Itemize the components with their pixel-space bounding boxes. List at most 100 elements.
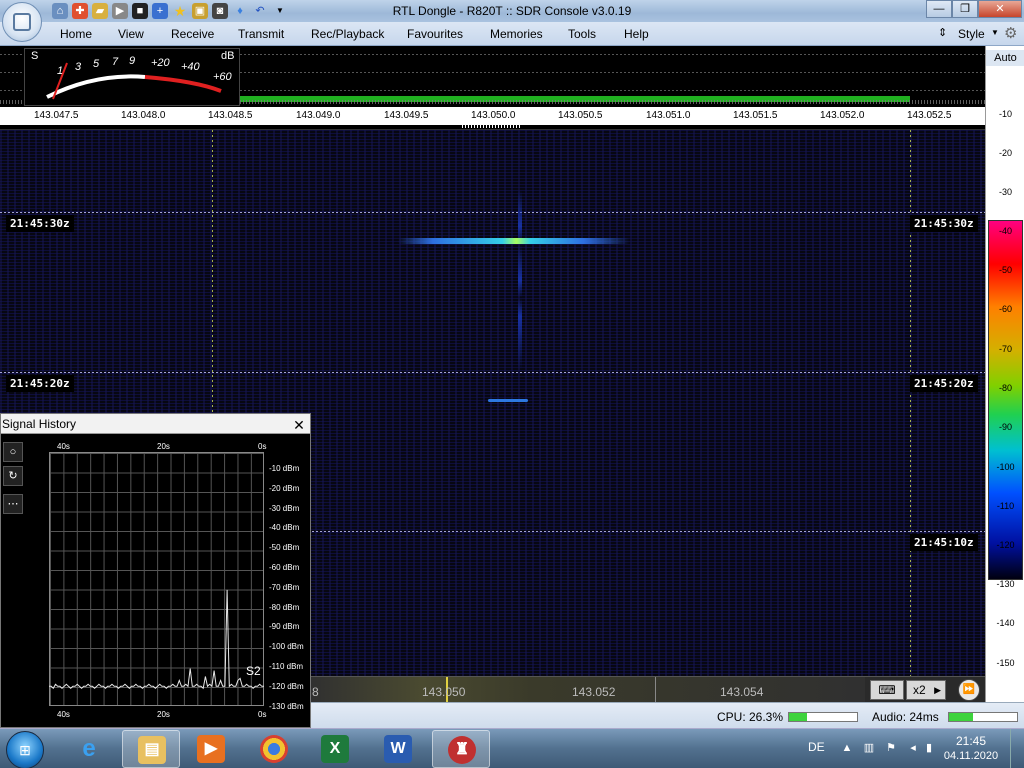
history-y-label: -80 dBm (269, 602, 300, 612)
history-y-label: -50 dBm (269, 543, 300, 553)
waterfall-time-line (0, 372, 985, 373)
history-x-label: 0s (258, 442, 267, 451)
title-bar: ⌂ ✚ ▰ ▶ ■ + ★ ▣ ◙ ♦ ↶ ▼ RTL Dongle - R82… (0, 0, 1024, 22)
history-y-label: -60 dBm (269, 563, 300, 572)
bottom-freq-label: 143.052 (572, 685, 616, 699)
tab-home[interactable]: Home (60, 27, 92, 41)
bottom-freq-label: 8 (312, 685, 319, 699)
freq-tick-label: 143.051.5 (733, 110, 778, 121)
db-scale[interactable]: Auto -10 -20 -30 -40 -50 -60 -70 -80 -90… (985, 46, 1024, 702)
style-dropdown-icon[interactable]: ▼ (991, 28, 999, 37)
auto-scale-button[interactable]: Auto (986, 50, 1024, 66)
reset-button[interactable]: ↻ (3, 466, 23, 486)
s-meter-unit-s: S (31, 50, 39, 62)
application-menu-button[interactable] (2, 2, 42, 42)
taskbar-internet-explorer[interactable]: e (60, 730, 118, 768)
db-scale-label: -140 (996, 618, 1015, 628)
taskbar-chrome[interactable] (245, 730, 303, 768)
keyboard-button[interactable]: ⌨ (870, 680, 904, 700)
taskbar-excel[interactable]: X (306, 730, 364, 768)
history-y-label: -90 dBm (269, 622, 300, 632)
gear-icon[interactable]: ⚙ (1004, 24, 1017, 42)
taskbar-word[interactable]: W (369, 730, 427, 768)
s-meter-unit-db: dB (221, 50, 235, 62)
bottom-freq-label: 143.054 (720, 685, 764, 699)
network-warning-icon[interactable]: ⚑ (884, 741, 898, 755)
tab-view[interactable]: View (118, 27, 144, 41)
history-y-label: -130 dBm (269, 701, 304, 711)
cpu-usage-fill (789, 713, 807, 721)
tuning-center-marker[interactable] (462, 125, 522, 128)
device-icon[interactable]: ▥ (862, 741, 876, 755)
signal-history-panel[interactable]: Signal History ✕ ○ ↻ ⋯ 40s 20s 0s S2 40s… (0, 413, 311, 728)
db-scale-label: -100 (996, 462, 1015, 472)
zoom-label: x2 (913, 683, 926, 697)
show-desktop-button[interactable] (1010, 729, 1024, 768)
bottom-frequency-scroller[interactable]: 8 143.050 143.052 143.054 (310, 677, 865, 703)
tab-tools[interactable]: Tools (568, 27, 596, 41)
freq-tick-label: 143.051.0 (646, 110, 691, 121)
input-language[interactable]: DE (808, 740, 825, 754)
db-scale-label: -50 (998, 265, 1012, 275)
internet-explorer-icon: e (82, 735, 96, 762)
spectrum-display[interactable]: S dB 1 3 5 7 9 +20 +40 +60 143.047.5 143… (0, 46, 985, 130)
sdr-console-window: ⌂ ✚ ▰ ▶ ■ + ★ ▣ ◙ ♦ ↶ ▼ RTL Dongle - R82… (0, 0, 1024, 768)
s-meter-tick: 9 (129, 55, 136, 67)
show-hidden-icons-icon[interactable]: ▲ (840, 741, 854, 755)
bottom-frequency-bar: 8 143.050 143.052 143.054 ⌨ x2 ▶ ⏩ (310, 676, 985, 703)
db-scale-label: -40 (998, 226, 1012, 236)
freq-tick-label: 143.050.5 (558, 110, 603, 121)
cpu-usage-label: CPU: 26.3% (717, 710, 784, 724)
record-toggle-button[interactable]: ○ (3, 442, 23, 462)
taskbar-sdr-console[interactable]: ♜ (432, 730, 490, 768)
start-button[interactable]: ⊞ (6, 731, 44, 768)
sdr-console-icon: ♜ (448, 736, 476, 764)
minimize-button[interactable]: — (926, 0, 952, 18)
clock-date[interactable]: 04.11.2020 (940, 750, 1002, 762)
style-menu[interactable]: Style (958, 27, 985, 41)
db-scale-label: -130 (996, 579, 1015, 589)
tab-receive[interactable]: Receive (171, 27, 214, 41)
audio-latency-label: Audio: 24ms (872, 710, 939, 724)
signal-history-titlebar[interactable]: Signal History ✕ (1, 414, 310, 434)
history-x-label: 40s (57, 442, 70, 451)
taskbar-media-player[interactable]: ▶ (182, 730, 240, 768)
db-scale-label: -60 (998, 304, 1012, 314)
freq-tick-label: 143.049.0 (296, 110, 341, 121)
waterfall-timestamp-right: 21:45:30z (910, 215, 978, 232)
history-y-label: -40 dBm (269, 523, 300, 533)
freq-tick-label: 143.052.0 (820, 110, 865, 121)
signal-history-trace-svg (49, 589, 264, 690)
tab-memories[interactable]: Memories (490, 27, 543, 41)
more-options-button[interactable]: ⋯ (3, 494, 23, 514)
taskbar-explorer[interactable]: ▤ (122, 730, 180, 768)
db-scale-label: -80 (998, 383, 1012, 393)
collapse-ribbon-icon[interactable]: ⇕ (938, 26, 947, 39)
s-meter: S dB 1 3 5 7 9 +20 +40 +60 (24, 48, 240, 106)
close-button[interactable]: ✕ (978, 0, 1022, 18)
fast-forward-button[interactable]: ⏩ (958, 679, 980, 701)
window-controls: — ❐ ✕ (926, 0, 1022, 18)
audio-buffer-fill (949, 713, 973, 721)
history-y-label: -20 dBm (269, 483, 300, 493)
signal-bars-icon[interactable]: ▮ (922, 741, 936, 755)
maximize-button[interactable]: ❐ (952, 0, 978, 18)
tab-transmit[interactable]: Transmit (238, 27, 284, 41)
app-menu-icon (13, 13, 31, 31)
tab-favourites[interactable]: Favourites (407, 27, 463, 41)
tab-help[interactable]: Help (624, 27, 649, 41)
frequency-axis[interactable]: 143.047.5 143.048.0 143.048.5 143.049.0 … (0, 107, 985, 125)
tab-rec-playback[interactable]: Rec/Playback (311, 27, 384, 41)
history-y-label: -100 dBm (269, 642, 304, 652)
s-unit-reading: S2 (246, 664, 261, 678)
signal-history-close-button[interactable]: ✕ (292, 415, 306, 435)
fast-forward-icon: ⏩ (962, 684, 976, 695)
volume-icon[interactable]: ◂ (906, 741, 920, 755)
freq-tick-label: 143.049.5 (384, 110, 429, 121)
clock-time[interactable]: 21:45 (940, 734, 1002, 748)
history-x-label: 0s (258, 710, 267, 719)
s-meter-tick: 7 (112, 56, 119, 68)
circle-icon: ○ (9, 446, 17, 458)
zoom-select-button[interactable]: x2 ▶ (906, 680, 946, 700)
history-y-label: -10 dBm (269, 464, 300, 473)
